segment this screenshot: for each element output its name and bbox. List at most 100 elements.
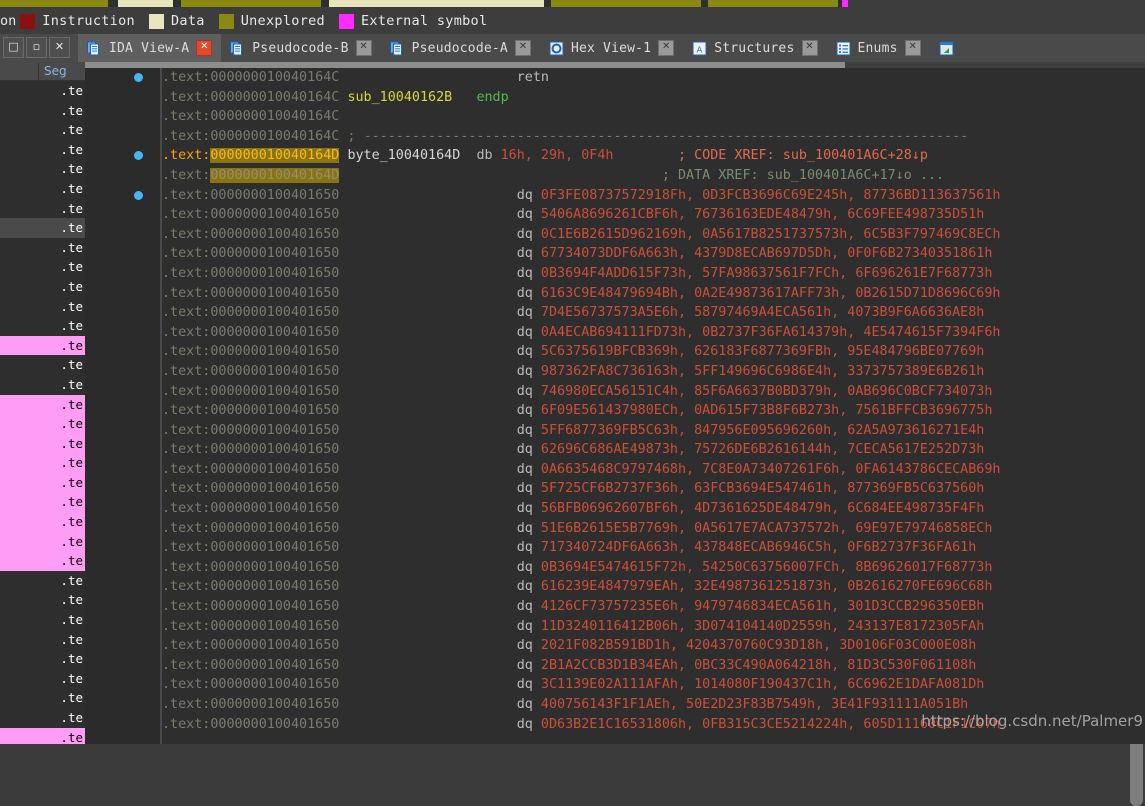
nav-band-segment[interactable] [329, 0, 544, 7]
segment-list-item[interactable]: .te [0, 297, 85, 317]
line-address[interactable]: .text:0000000100401650 [162, 619, 339, 634]
segment-list-item[interactable]: .te [0, 433, 85, 454]
close-button[interactable]: ✕ [49, 37, 70, 58]
segment-list-item[interactable]: .te [0, 610, 85, 630]
segment-list-item[interactable]: .te [0, 159, 85, 179]
line-address[interactable]: .text:000000010040164C [162, 109, 339, 124]
line-address[interactable]: .text:0000000100401650 [162, 697, 339, 712]
line-address[interactable]: .text:0000000100401650 [162, 481, 339, 496]
line-address[interactable]: .text:0000000100401650 [162, 501, 339, 516]
segment-list-item[interactable]: .te [0, 218, 85, 238]
disassembly-line[interactable]: .text:0000000100401650 dq 11D3240116412B… [162, 617, 1145, 637]
disassembly-line[interactable]: .text:0000000100401650 dq 0B3694E5474615… [162, 558, 1145, 578]
close-icon[interactable]: ✕ [904, 40, 921, 56]
segment-list-item[interactable]: .te [0, 492, 85, 513]
line-address[interactable]: .text:0000000100401650 [162, 227, 339, 242]
line-token-name[interactable]: byte_10040164D [347, 148, 460, 163]
nav-band-segment[interactable] [181, 0, 321, 7]
line-address[interactable]: .text:0000000100401650 [162, 403, 339, 418]
segment-list-item[interactable]: .te [0, 551, 85, 571]
disassembly-line[interactable]: .text:0000000100401650 dq 5FF6877369FB5C… [162, 421, 1145, 441]
disassembly-line[interactable]: .text:0000000100401650 dq 2021F082B591BD… [162, 636, 1145, 656]
restore-button[interactable]: □ [3, 37, 24, 58]
line-address[interactable]: .text:0000000100401650 [162, 246, 339, 261]
line-address[interactable]: .text:0000000100401650 [162, 344, 339, 359]
disassembly-line[interactable]: .text:000000010040164D ; DATA XREF: sub_… [162, 166, 1145, 186]
disassembly-line[interactable]: .text:0000000100401650 dq 3C1139E02A111A… [162, 675, 1145, 695]
minimize-button[interactable]: ▫ [26, 37, 47, 58]
nav-band-segment[interactable] [108, 0, 118, 7]
disassembly-line[interactable]: .text:0000000100401650 dq 5406A8696261CB… [162, 205, 1145, 225]
nav-band-segment[interactable] [544, 0, 551, 7]
segment-list-item[interactable]: .te [0, 649, 85, 669]
disassembly-line[interactable]: .text:000000010040164D byte_10040164D db… [162, 146, 1145, 166]
disassembly-line[interactable]: .text:0000000100401650 dq 400756143F1F1A… [162, 695, 1145, 715]
nav-band-segment[interactable] [701, 0, 708, 7]
ida-disassembly-view[interactable]: .text:000000010040164C retn .text:0000000… [85, 62, 1145, 744]
segment-list-item[interactable]: .te [0, 708, 85, 728]
disassembly-line[interactable]: .text:0000000100401650 dq 746980ECA56151… [162, 382, 1145, 402]
nav-band-segment[interactable] [173, 0, 181, 7]
disassembly-line[interactable]: .text:0000000100401650 dq 0C1E6B2615D962… [162, 225, 1145, 245]
segment-list-item[interactable]: .te [0, 394, 85, 415]
disassembly-line[interactable]: .text:0000000100401650 dq 0A6635468C9797… [162, 460, 1145, 480]
line-address[interactable]: .text:0000000100401650 [162, 266, 339, 281]
segment-list-item[interactable]: .te [0, 669, 85, 689]
disassembly-line[interactable]: .text:0000000100401650 dq 6163C9E4847969… [162, 284, 1145, 304]
line-address[interactable]: .text:000000010040164C [162, 90, 339, 105]
nav-band-segment[interactable] [708, 0, 838, 7]
disassembly-line[interactable]: .text:000000010040164C retn [162, 68, 1145, 88]
horizontal-scrollbar[interactable] [85, 62, 1145, 68]
disassembly-line[interactable]: .text:0000000100401650 dq 4126CF73757235… [162, 597, 1145, 617]
segment-list-item[interactable]: .te [0, 355, 85, 375]
line-address[interactable]: 000000010040164D [210, 148, 340, 164]
disassembly-line[interactable]: .text:0000000100401650 dq 0B3694F4ADD615… [162, 264, 1145, 284]
disassembly-line[interactable]: .text:0000000100401650 dq 616239E4847979… [162, 577, 1145, 597]
segment-list-item[interactable]: .te [0, 375, 85, 395]
segment-list-item[interactable]: .te [0, 590, 85, 610]
disassembly-line[interactable]: .text:0000000100401650 dq 6F09E561437980… [162, 401, 1145, 421]
close-icon[interactable]: ✕ [514, 40, 531, 56]
line-address[interactable]: 000000010040164D [210, 167, 340, 183]
line-address[interactable]: .text:0000000100401650 [162, 599, 339, 614]
disassembly-line[interactable]: .text:0000000100401650 dq 62696C686AE498… [162, 440, 1145, 460]
segment-list-item[interactable]: .te [0, 316, 85, 336]
line-address[interactable]: .text:0000000100401650 [162, 325, 339, 340]
segment-list-item[interactable]: .te [0, 335, 85, 356]
disassembly-line[interactable]: .text:000000010040164C ; ---------------… [162, 127, 1145, 147]
close-icon[interactable]: ✕ [355, 40, 372, 56]
tab-enums[interactable]: Enums ✕ [827, 34, 930, 62]
line-address[interactable]: .text:0000000100401650 [162, 188, 339, 203]
segment-list-item[interactable]: .te [0, 453, 85, 473]
segment-list-item[interactable]: .te [0, 688, 85, 708]
line-address[interactable]: .text:000000010040164C [162, 70, 339, 85]
segment-list-item[interactable]: .te [0, 277, 85, 297]
line-address[interactable]: .text:0000000100401650 [162, 540, 339, 555]
close-icon[interactable]: ✕ [658, 40, 675, 56]
horizontal-scroll-thumb[interactable] [85, 62, 845, 68]
segment-list-item[interactable]: .te [0, 512, 85, 532]
segment-list-item[interactable]: .te [0, 81, 85, 101]
disassembly-line[interactable]: .text:0000000100401650 dq 5F725CF6B2737F… [162, 479, 1145, 499]
tab-hex-view-1[interactable]: Hex View-1 ✕ [540, 34, 683, 62]
disassembly-line[interactable]: .text:0000000100401650 dq 987362FA8C7361… [162, 362, 1145, 382]
segment-list-panel[interactable]: Seg .te .te .te .te .te .te .te .te .te .te .te .te… [0, 62, 85, 744]
segment-list-item[interactable]: .te [0, 101, 85, 121]
line-address[interactable]: .text:0000000100401650 [162, 658, 339, 673]
segment-list-item[interactable]: .te [0, 179, 85, 199]
segment-list-item[interactable]: .te [0, 257, 85, 277]
breakpoint-marker-icon[interactable] [134, 190, 143, 200]
segment-list-item[interactable]: .te [0, 630, 85, 650]
segment-list-item[interactable]: .te [0, 120, 85, 140]
line-address[interactable]: .text:0000000100401650 [162, 638, 339, 653]
segment-list-item[interactable]: .te [0, 199, 85, 219]
line-token-func[interactable]: sub_10040162B [347, 90, 452, 105]
line-address[interactable]: .text:0000000100401650 [162, 717, 339, 732]
segment-list-item[interactable]: .te [0, 472, 85, 493]
line-address[interactable]: .text:0000000100401650 [162, 462, 339, 477]
disassembly-line[interactable]: .text:000000010040164C [162, 107, 1145, 127]
line-address[interactable]: .text:0000000100401650 [162, 423, 339, 438]
line-address[interactable]: .text:0000000100401650 [162, 677, 339, 692]
line-address[interactable]: .text:0000000100401650 [162, 560, 339, 575]
segment-list-item[interactable]: .te [0, 727, 85, 744]
